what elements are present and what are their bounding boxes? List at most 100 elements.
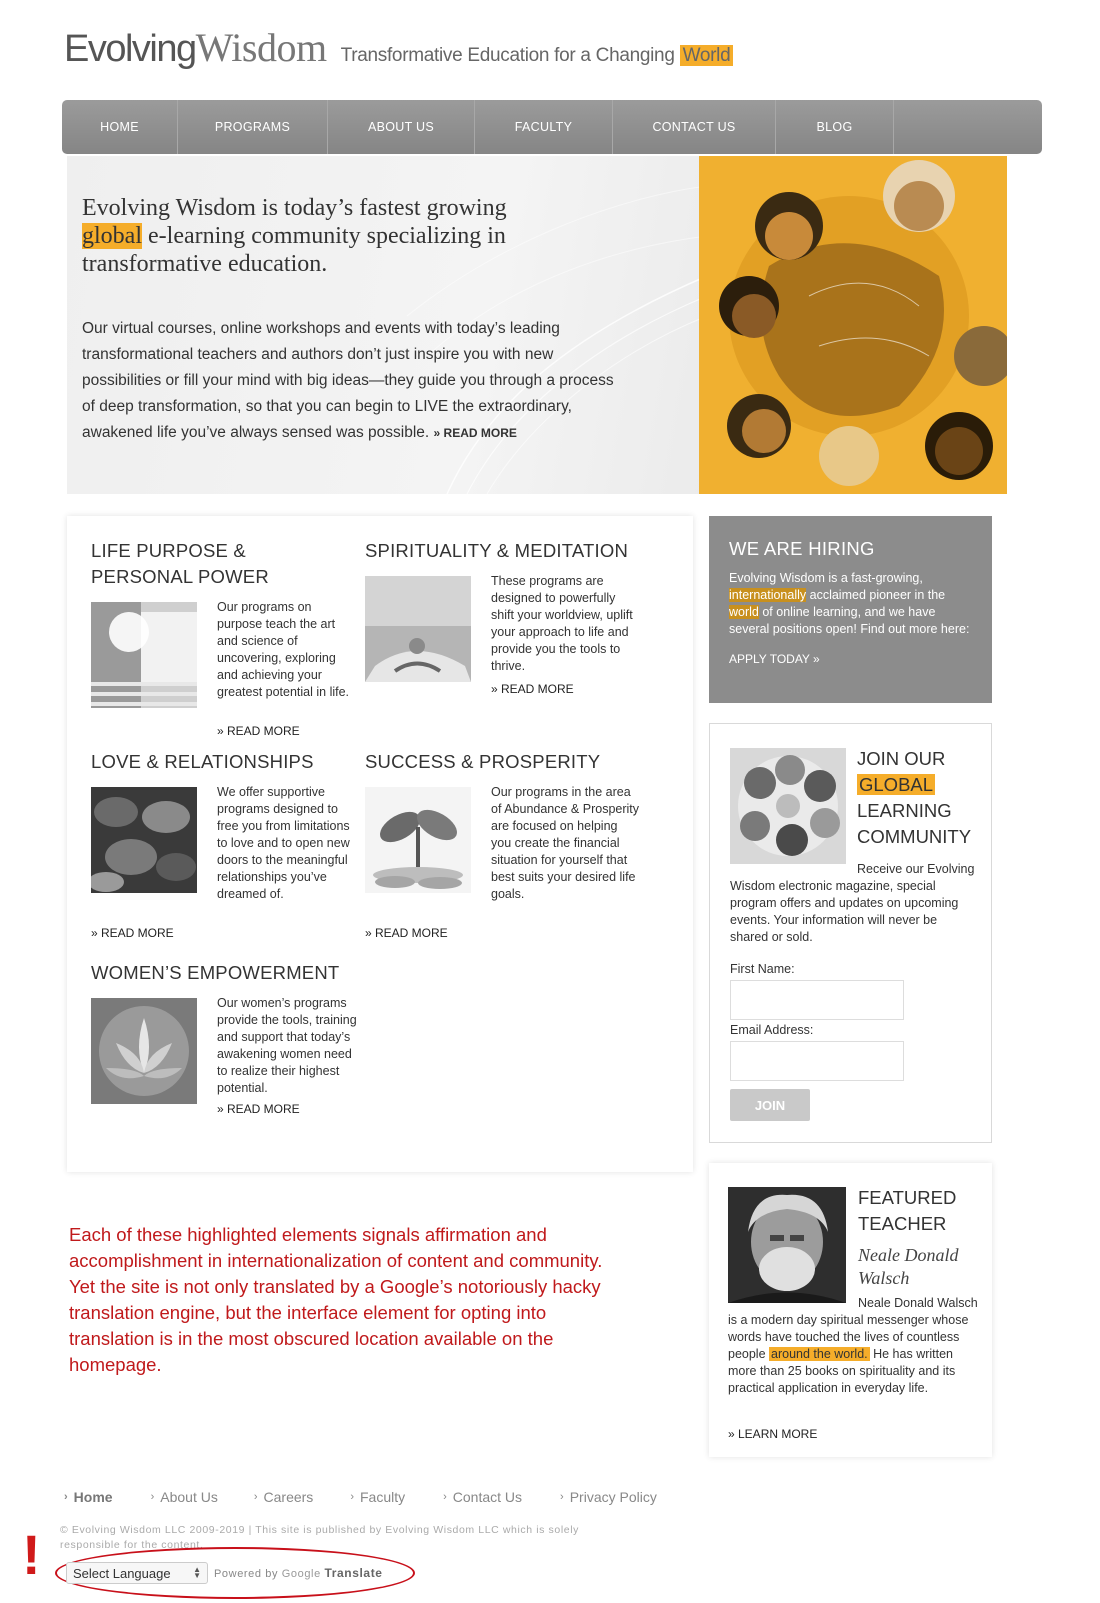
exclamation-mark: ! xyxy=(22,1523,41,1586)
footer-link-label: Faculty xyxy=(359,1489,406,1505)
hiring-text: Evolving Wisdom is a fast-growing, inter… xyxy=(729,570,972,638)
program-title[interactable]: SUCCESS & PROSPERITY xyxy=(365,749,685,775)
program-title[interactable]: SPIRITUALITY & MEDITATION xyxy=(365,538,685,564)
newsletter-signup-box: JOIN OUR GLOBAL LEARNING COMMUNITY Recei… xyxy=(709,723,992,1143)
hero-heading: Evolving Wisdom is today’s fastest growi… xyxy=(82,194,562,278)
powered-by-text: Powered by xyxy=(214,1568,279,1580)
google-logo-text[interactable]: Google xyxy=(282,1568,321,1580)
programs-panel: LIFE PURPOSE & PERSONAL POWER Our progra… xyxy=(67,516,693,1172)
logo-text-wisdom: Wisdom xyxy=(195,25,327,70)
hero-heading-pre: Evolving Wisdom is today’s fastest growi… xyxy=(82,195,507,221)
program-title[interactable]: WOMEN’S EMPOWERMENT xyxy=(91,960,391,986)
chevron-right-icon: › xyxy=(253,1491,258,1503)
chevron-right-icon: › xyxy=(64,1491,68,1503)
program-image-love[interactable] xyxy=(91,787,197,893)
footer-link-privacy-policy[interactable]: › Privacy Policy xyxy=(560,1489,657,1505)
footer-link-label: Privacy Policy xyxy=(569,1489,657,1505)
powered-by-google-translate: Powered by Google Translate xyxy=(214,1566,383,1580)
hero-body-text: Our virtual courses, online workshops an… xyxy=(82,320,614,441)
program-title[interactable]: LIFE PURPOSE & PERSONAL POWER xyxy=(91,538,341,590)
nav-blog[interactable]: BLOG xyxy=(776,100,894,154)
program-desc: Our programs on purpose teach the art an… xyxy=(217,600,350,699)
nav-faculty[interactable]: FACULTY xyxy=(475,100,613,154)
read-more-link[interactable]: » READ MORE xyxy=(91,926,174,940)
read-more-link[interactable]: » READ MORE xyxy=(217,724,300,738)
email-label: Email Address: xyxy=(730,1023,814,1037)
teacher-photo[interactable] xyxy=(728,1187,846,1303)
teacher-bio: Neale Donald Walsch is a modern day spir… xyxy=(728,1295,980,1397)
program-desc: Our women’s programs provide the tools, … xyxy=(217,996,357,1095)
hiring-highlight-internationally: internationally xyxy=(729,588,807,602)
apply-today-link[interactable]: APPLY TODAY » xyxy=(729,652,820,666)
nav-about-us[interactable]: ABOUT US xyxy=(328,100,475,154)
hiring-highlight-world: world xyxy=(729,605,759,619)
first-name-field[interactable] xyxy=(730,980,904,1020)
learn-more-link[interactable]: » LEARN MORE xyxy=(728,1427,817,1441)
featured-teacher-box: FEATURED TEACHER Neale Donald Walsch Nea… xyxy=(709,1163,992,1457)
program-image-spirituality[interactable] xyxy=(365,576,471,682)
nav-home[interactable]: HOME xyxy=(62,100,178,154)
hero-banner: Evolving Wisdom is today’s fastest growi… xyxy=(67,156,1007,494)
footer-link-label: Contact Us xyxy=(452,1489,523,1505)
program-life-purpose: LIFE PURPOSE & PERSONAL POWER xyxy=(91,538,341,590)
program-image-life-purpose[interactable] xyxy=(91,602,197,708)
read-more-link[interactable]: » READ MORE xyxy=(491,682,574,696)
chevron-right-icon: › xyxy=(443,1491,447,1503)
hero-photo-people-circle xyxy=(699,156,1007,494)
language-select-value: Select Language xyxy=(73,1565,171,1581)
hiring-text-pre: Evolving Wisdom is a fast-growing, xyxy=(729,571,923,585)
hiring-box: WE ARE HIRING Evolving Wisdom is a fast-… xyxy=(709,516,992,703)
hero-body: Our virtual courses, online workshops an… xyxy=(82,316,622,446)
footer-nav: › Home › About Us › Careers › Faculty › Conta… xyxy=(64,1489,657,1505)
join-title-pre: JOIN OUR xyxy=(857,748,946,769)
footer-link-careers[interactable]: › Careers xyxy=(254,1489,313,1505)
footer-link-label: Careers xyxy=(263,1489,314,1505)
join-button[interactable]: JOIN xyxy=(730,1089,810,1121)
nav-programs[interactable]: PROGRAMS xyxy=(178,100,328,154)
community-photo xyxy=(730,748,846,864)
program-spirituality: SPIRITUALITY & MEDITATION xyxy=(365,538,685,564)
read-more-link[interactable]: » READ MORE xyxy=(365,926,448,940)
copyright-text: © Evolving Wisdom LLC 2009-2019 | This s… xyxy=(60,1524,579,1551)
site-logo[interactable]: Evolving Wisdom Transformative Education… xyxy=(64,24,734,71)
program-desc: These programs are designed to powerfull… xyxy=(491,574,633,673)
hiring-title: WE ARE HIRING xyxy=(729,538,875,559)
hero-heading-post: e-learning community specializing in tra… xyxy=(82,223,506,277)
program-image-womens-empowerment[interactable] xyxy=(91,998,197,1104)
first-name-label: First Name: xyxy=(730,962,795,976)
tagline-highlight: World xyxy=(679,45,734,66)
language-select[interactable]: Select Language ▲ ▼ xyxy=(66,1562,208,1584)
join-title-highlight: GLOBAL xyxy=(857,774,936,795)
email-field[interactable] xyxy=(730,1041,904,1081)
footer-link-home[interactable]: › Home xyxy=(64,1489,113,1505)
program-image-success[interactable] xyxy=(365,787,471,893)
program-desc: Our programs in the area of Abundance & … xyxy=(491,785,640,901)
program-desc: We offer supportive programs designed to… xyxy=(217,785,350,901)
site-tagline: Transformative Education for a Changing … xyxy=(341,45,734,67)
tagline-text: Transformative Education for a Changing xyxy=(340,45,675,66)
footer-link-label: About Us xyxy=(160,1489,218,1505)
footer-link-label: Home xyxy=(73,1489,113,1505)
hero-read-more-link[interactable]: » READ MORE xyxy=(434,426,517,440)
main-nav: HOME PROGRAMS ABOUT US FACULTY CONTACT U… xyxy=(62,100,1042,154)
teacher-bio-highlight: around the world. xyxy=(769,1347,870,1361)
join-title-post: LEARNING COMMUNITY xyxy=(857,800,972,847)
logo-text-evolving: Evolving xyxy=(64,28,197,70)
program-title[interactable]: LOVE & RELATIONSHIPS xyxy=(91,749,361,775)
nav-contact-us[interactable]: CONTACT US xyxy=(613,100,776,154)
join-description: Receive our Evolving Wisdom electronic m… xyxy=(730,862,975,944)
program-womens-empowerment: WOMEN’S EMPOWERMENT xyxy=(91,960,391,986)
chevron-right-icon: › xyxy=(350,1491,354,1503)
hero-heading-highlight: global xyxy=(82,223,142,249)
chevron-right-icon: › xyxy=(560,1491,564,1503)
read-more-link[interactable]: » READ MORE xyxy=(217,1102,300,1116)
up-down-arrows-icon: ▲ ▼ xyxy=(193,1565,201,1580)
hiring-text-post: of online learning, and we have several … xyxy=(729,605,970,636)
footer-link-contact-us[interactable]: › Contact Us xyxy=(443,1489,522,1505)
chevron-right-icon: › xyxy=(150,1491,155,1503)
footer-link-about-us[interactable]: › About Us xyxy=(151,1489,218,1505)
footer-link-faculty[interactable]: › Faculty xyxy=(350,1489,405,1505)
translate-link[interactable]: Translate xyxy=(324,1566,382,1580)
program-success: SUCCESS & PROSPERITY xyxy=(365,749,685,775)
critique-annotation: Each of these highlighted elements signa… xyxy=(69,1224,603,1375)
